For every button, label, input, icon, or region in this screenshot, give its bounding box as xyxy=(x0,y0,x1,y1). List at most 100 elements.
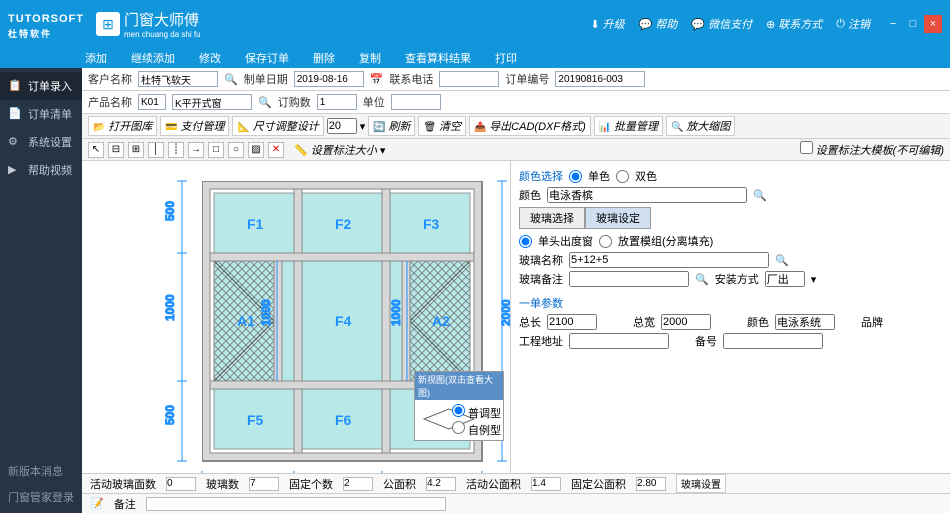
menu-print[interactable]: 打印 xyxy=(495,50,517,66)
svg-text:500: 500 xyxy=(163,201,177,221)
glass-area[interactable] xyxy=(249,477,279,491)
glass-name-input[interactable] xyxy=(569,252,769,268)
sidebar-settings[interactable]: ⚙系统设置 xyxy=(0,128,82,156)
svg-text:1000: 1000 xyxy=(259,299,273,326)
resize-button[interactable]: 📐 尺寸调整设计 xyxy=(232,116,323,136)
svg-text:500: 500 xyxy=(163,405,177,425)
design-canvas[interactable]: F1 F2 F3 A1 F4 A2 xyxy=(82,161,510,473)
menu-save[interactable]: 保存订单 xyxy=(245,50,289,66)
search-icon[interactable]: 🔍 xyxy=(695,273,709,286)
zoom-button[interactable]: 🔍 放大缩图 xyxy=(666,116,735,136)
logout-link[interactable]: ⏻ 注销 xyxy=(836,16,870,32)
tool-split-h[interactable]: ⊟ xyxy=(108,142,124,158)
sidebar-login[interactable]: 门窗管家登录 xyxy=(8,489,74,505)
size-input[interactable] xyxy=(327,118,357,134)
close-button[interactable]: × xyxy=(924,15,942,33)
sidebar-order-list[interactable]: 📄订单清单 xyxy=(0,100,82,128)
menu-continue-add[interactable]: 继续添加 xyxy=(131,50,175,66)
info-bar-2: 产品名称 🔍 订购数 单位 xyxy=(82,91,950,114)
maximize-button[interactable]: □ xyxy=(904,15,922,33)
preview-opt2[interactable] xyxy=(452,421,465,434)
calendar-icon[interactable]: 📅 xyxy=(370,73,384,86)
menu-add[interactable]: 添加 xyxy=(85,50,107,66)
product-input[interactable] xyxy=(172,94,252,110)
tab-glass-setting[interactable]: 玻璃设定 xyxy=(585,207,651,229)
search-icon[interactable]: 🔍 xyxy=(753,189,767,202)
active-area[interactable] xyxy=(531,477,561,491)
search-icon[interactable]: 🔍 xyxy=(258,96,272,109)
area[interactable] xyxy=(426,477,456,491)
tool-split-v[interactable]: ⊞ xyxy=(128,142,144,158)
tab-glass-select[interactable]: 玻璃选择 xyxy=(519,207,585,229)
menu-copy[interactable]: 复制 xyxy=(359,50,381,66)
sidebar-news[interactable]: 新版本消息 xyxy=(8,463,74,479)
orderno-input[interactable] xyxy=(555,71,645,87)
date-input[interactable] xyxy=(294,71,364,87)
menu-delete[interactable]: 删除 xyxy=(313,50,335,66)
properties-panel: 颜色选择 单色 双色 颜色 🔍 玻璃选择 玻璃设定 单头出度窗 放置模组(分离填… xyxy=(510,161,950,473)
app-logo: ⊞ 门窗大师傅 men chuang da shi fu xyxy=(96,9,201,39)
contact-link[interactable]: ⊕ 联系方式 xyxy=(766,16,822,32)
search-icon[interactable]: 🔍 xyxy=(775,254,789,267)
batch-button[interactable]: 📊 批量管理 xyxy=(594,116,663,136)
color-single-radio[interactable] xyxy=(569,170,582,183)
glass-note-input[interactable] xyxy=(569,271,689,287)
help-link[interactable]: 💬 帮助 xyxy=(639,16,678,32)
wechat-link[interactable]: 💬 微信支付 xyxy=(691,16,752,32)
title-bar: TUTORSOFT 杜特软件 ⊞ 门窗大师傅 men chuang da shi… xyxy=(0,0,950,48)
sidebar-order-entry[interactable]: 📋订单录入 xyxy=(0,72,82,100)
tool-arrow[interactable]: → xyxy=(188,142,204,158)
install-input[interactable] xyxy=(765,271,805,287)
tool-circle[interactable]: ○ xyxy=(228,142,244,158)
preview-opt1[interactable] xyxy=(452,404,465,417)
unit-input[interactable] xyxy=(391,94,441,110)
menu-edit[interactable]: 修改 xyxy=(199,50,221,66)
sidebar: 📋订单录入 📄订单清单 ⚙系统设置 ▶帮助视频 新版本消息 门窗管家登录 xyxy=(0,68,82,513)
window-icon: ⊞ xyxy=(96,12,120,36)
glass-set-button[interactable]: 玻璃设置 xyxy=(676,474,726,493)
width-input[interactable] xyxy=(661,314,711,330)
dropdown-icon[interactable]: ▾ xyxy=(360,120,366,133)
toolbar: 📂 打开图库 💳 支付管理 📐 尺寸调整设计 ▾ 🔄 刷新 🗑 清空 📤 导出C… xyxy=(82,114,950,139)
menu-bar: 添加 继续添加 修改 保存订单 删除 复制 查看算料结果 打印 xyxy=(0,48,950,68)
refresh-button[interactable]: 🔄 刷新 xyxy=(368,116,415,136)
payment-button[interactable]: 💳 支付管理 xyxy=(160,116,229,136)
glass-opt2-radio[interactable] xyxy=(599,235,612,248)
contact-input[interactable] xyxy=(439,71,499,87)
search-icon[interactable]: 🔍 xyxy=(224,73,238,86)
sidebar-help-video[interactable]: ▶帮助视频 xyxy=(0,156,82,184)
menu-calc[interactable]: 查看算料结果 xyxy=(405,50,471,66)
minimize-button[interactable]: − xyxy=(884,15,902,33)
note-input[interactable] xyxy=(146,497,446,511)
upgrade-link[interactable]: ⬇ 升级 xyxy=(590,16,624,32)
template-lock-checkbox[interactable] xyxy=(800,141,813,154)
tool-line[interactable]: │ xyxy=(148,142,164,158)
tool-delete[interactable]: ✕ xyxy=(268,142,284,158)
clear-button[interactable]: 🗑 清空 xyxy=(418,116,465,136)
dropdown-icon[interactable]: ▾ xyxy=(811,273,817,286)
tool-rect[interactable]: □ xyxy=(208,142,224,158)
preview-panel[interactable]: 新视图(双击查看大图) 普调型 自例型 xyxy=(414,371,504,441)
length-input[interactable] xyxy=(547,314,597,330)
toolbar-2: ↖ ⊟ ⊞ │ ┊ → □ ○ ▨ ✕ 📏 设置标注大小 ▾ 设置标注大模板(不… xyxy=(82,139,950,161)
tool-fill[interactable]: ▨ xyxy=(248,142,264,158)
glass-opt1-radio[interactable] xyxy=(519,235,532,248)
glass-count[interactable] xyxy=(166,477,196,491)
address-input[interactable] xyxy=(569,333,669,349)
dim-size-label: 📏 设置标注大小 ▾ xyxy=(294,142,385,158)
title-links: ⬇ 升级 💬 帮助 💬 微信支付 ⊕ 联系方式 ⏻ 注销 xyxy=(590,16,870,32)
brand-logo: TUTORSOFT 杜特软件 xyxy=(8,9,84,40)
tool-cursor[interactable]: ↖ xyxy=(88,142,104,158)
color-double-radio[interactable] xyxy=(616,170,629,183)
frame-color2-input[interactable] xyxy=(775,314,835,330)
export-cad-button[interactable]: 📤 导出CAD(DXF格式) xyxy=(469,116,591,136)
fixed-count[interactable] xyxy=(343,477,373,491)
product-code-input[interactable] xyxy=(138,94,166,110)
open-library-button[interactable]: 📂 打开图库 xyxy=(88,116,157,136)
frame-color-input[interactable] xyxy=(547,187,747,203)
fixed-area[interactable] xyxy=(636,477,666,491)
remark-input[interactable] xyxy=(723,333,823,349)
customer-input[interactable] xyxy=(138,71,218,87)
qty-input[interactable] xyxy=(317,94,357,110)
tool-dash[interactable]: ┊ xyxy=(168,142,184,158)
